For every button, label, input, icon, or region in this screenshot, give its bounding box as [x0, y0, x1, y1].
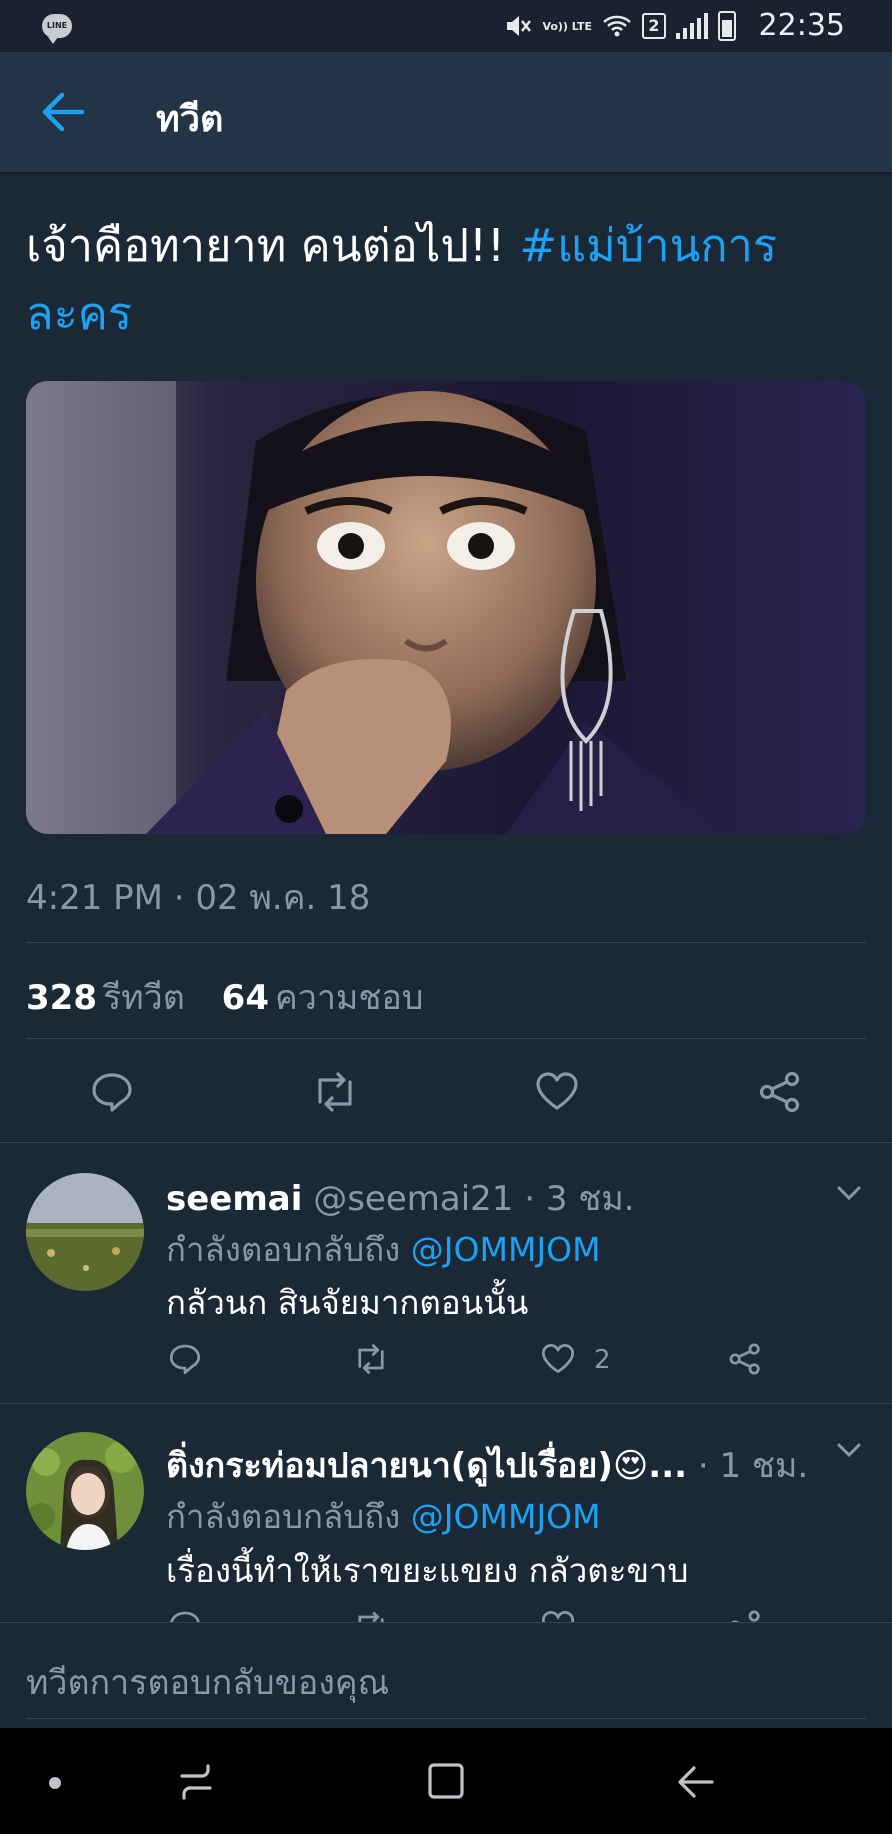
replying-to-label: กำลังตอบกลับถึง [166, 1230, 401, 1269]
avatar[interactable] [26, 1173, 144, 1291]
retweet-label: รีทวีต [102, 978, 185, 1018]
status-icons: Vo)) LTE 2 [504, 10, 736, 42]
divider [26, 1038, 866, 1039]
tweet-stats: 328 รีทวีต 64 ความชอบ [26, 970, 423, 1024]
media-illustration [26, 381, 866, 834]
retweet-stat[interactable]: 328 รีทวีต [26, 978, 185, 1018]
wifi-icon [603, 15, 631, 37]
retweet-count: 328 [26, 978, 97, 1018]
recent-apps-icon[interactable] [178, 1762, 214, 1802]
like-stat[interactable]: 64 ความชอบ [222, 978, 424, 1018]
reply-author-handle: @seemai21 [313, 1179, 514, 1219]
page-title: ทวีต [156, 99, 224, 140]
retweet-icon[interactable] [352, 1611, 390, 1622]
avatar-portrait-image [26, 1432, 144, 1550]
replying-to-label: กำลังตอบกลับถึง [166, 1497, 401, 1536]
like-label: ความชอบ [274, 978, 424, 1018]
reply-item[interactable]: ติ่งกระท่อมปลายนา(ดูไปเรื่อย)😍... · 1 ชม… [0, 1404, 892, 1622]
signal-icon [676, 13, 708, 39]
like-heart-icon[interactable] [541, 1343, 575, 1374]
status-bar: LINE Vo)) LTE 2 22:35 [0, 0, 892, 52]
like-count: 64 [221, 978, 269, 1018]
avatar-landscape-image [26, 1173, 144, 1291]
tweet-body: เจ้าคือทายาท คนต่อไป!! [26, 219, 506, 272]
clock: 22:35 [758, 8, 845, 43]
reply-author-name[interactable]: ติ่งกระท่อมปลายนา(ดูไปเรื่อย)😍... [166, 1446, 687, 1486]
system-nav-bar [0, 1728, 892, 1834]
line-app-icon: LINE [42, 14, 72, 44]
chevron-down-icon[interactable] [836, 1185, 862, 1201]
reply-header: seemai @seemai21 · 3 ชม. [166, 1171, 635, 1225]
divider [26, 942, 866, 943]
back-arrow-icon[interactable] [40, 90, 86, 134]
reply-composer[interactable]: ทวีตการตอบกลับของคุณ [0, 1622, 892, 1729]
reply-time: · 1 ชม. [697, 1446, 809, 1486]
retweet-icon[interactable] [352, 1344, 390, 1374]
volte-lte-icon: Vo)) LTE [542, 19, 592, 33]
like-heart-icon[interactable] [541, 1610, 575, 1622]
app-bar: ทวีต [0, 52, 892, 172]
mute-icon [507, 16, 532, 36]
avatar[interactable] [26, 1432, 144, 1550]
tweet-text: เจ้าคือทายาท คนต่อไป!! #แม่บ้านการละคร [26, 212, 856, 348]
reply-header: ติ่งกระท่อมปลายนา(ดูไปเรื่อย)😍... · 1 ชม… [166, 1438, 808, 1492]
mention-link[interactable]: @JOMMJOM [411, 1230, 601, 1269]
tweet-timestamp: 4:21 PM · 02 พ.ค. 18 [26, 878, 371, 918]
tweet-media-image[interactable] [26, 381, 866, 834]
home-button-icon[interactable] [427, 1762, 465, 1802]
reply-icon[interactable] [90, 1071, 134, 1113]
reply-icon[interactable] [168, 1343, 202, 1375]
reply-icon[interactable] [168, 1610, 202, 1622]
share-icon[interactable] [728, 1343, 762, 1375]
sim-badge: 2 [642, 13, 666, 39]
back-button-icon[interactable] [676, 1762, 716, 1802]
share-icon[interactable] [758, 1071, 802, 1113]
replying-to: กำลังตอบกลับถึง @JOMMJOM [166, 1490, 601, 1543]
chevron-down-icon[interactable] [836, 1442, 862, 1458]
nav-dot-icon[interactable] [49, 1777, 61, 1789]
reply-item[interactable]: seemai @seemai21 · 3 ชม. กำลังตอบกลับถึง… [0, 1143, 892, 1403]
like-heart-icon[interactable] [535, 1071, 579, 1111]
reply-author-name[interactable]: seemai [166, 1179, 302, 1219]
reply-like-count: 2 [594, 1345, 611, 1375]
mention-link[interactable]: @JOMMJOM [411, 1497, 601, 1536]
share-icon[interactable] [728, 1610, 762, 1622]
reply-input-placeholder[interactable]: ทวีตการตอบกลับของคุณ [26, 1655, 389, 1709]
battery-icon [718, 11, 736, 41]
composer-underline [26, 1718, 866, 1719]
reply-text: กลัวนก สินจัยมากตอนนั้น [166, 1283, 529, 1322]
reply-text: เรื่องนี้ทำให้เราขยะแขยง กลัวตะขาบ [166, 1551, 689, 1590]
replying-to: กำลังตอบกลับถึง @JOMMJOM [166, 1223, 601, 1276]
retweet-icon[interactable] [310, 1072, 360, 1112]
reply-time: · 3 ชม. [524, 1179, 635, 1219]
